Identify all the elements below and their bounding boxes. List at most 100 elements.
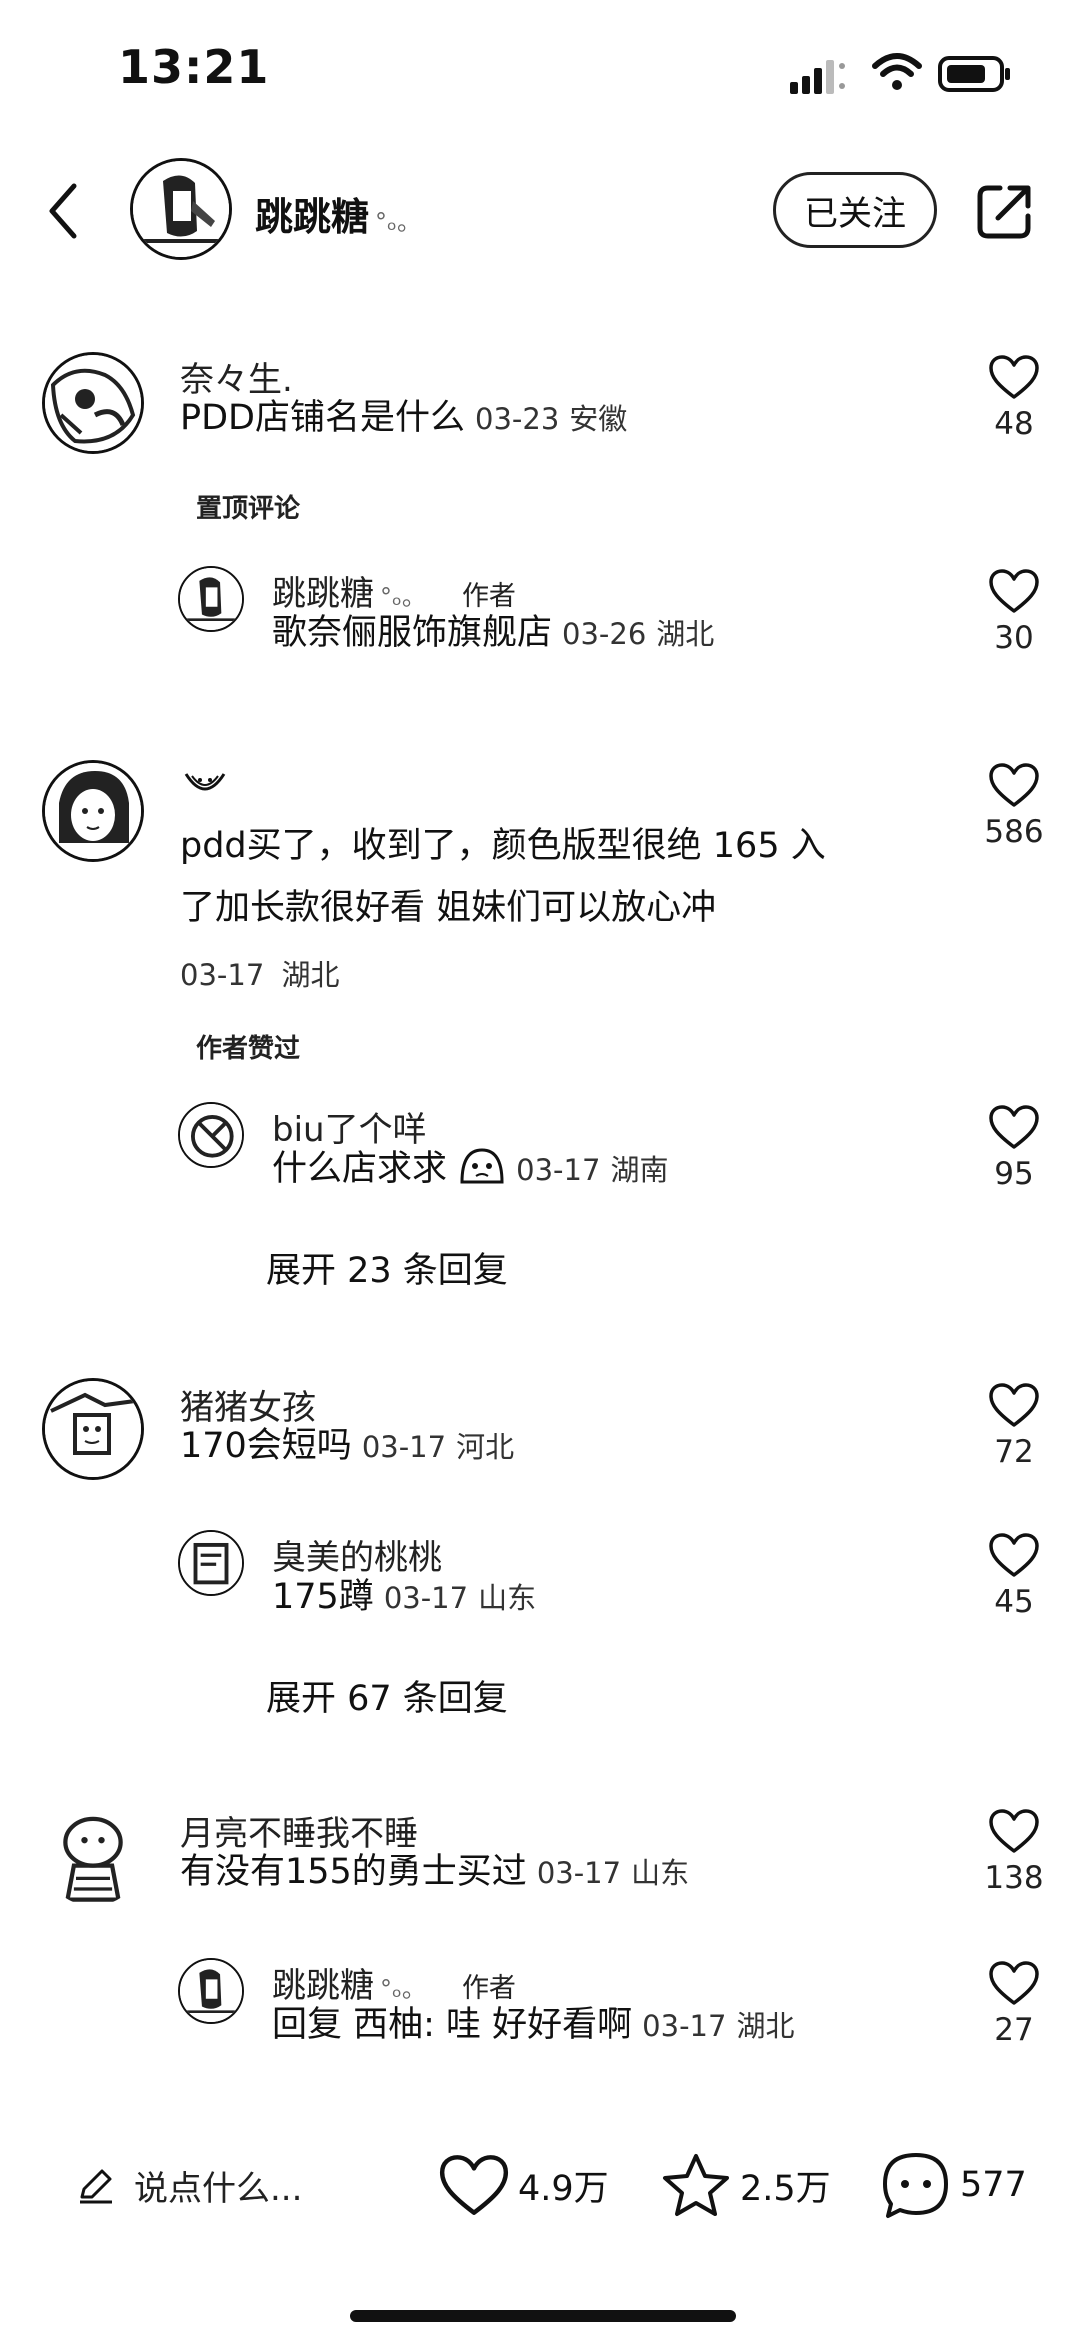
author-avatar[interactable] bbox=[130, 158, 232, 260]
comment-meta: 03-17 湖北 bbox=[180, 952, 340, 994]
reply-like-button[interactable]: 95 bbox=[974, 1104, 1054, 1192]
reply-text: 什么店求求 03-17 湖南 bbox=[272, 1138, 668, 1201]
author-name-decoration: °ₒ。 bbox=[375, 208, 421, 236]
reply-date: 03-17 bbox=[516, 1153, 601, 1187]
heart-icon bbox=[439, 2155, 509, 2215]
like-button[interactable]: 586 bbox=[974, 762, 1054, 850]
commenter-name[interactable] bbox=[180, 760, 230, 809]
reply-location: 湖北 bbox=[736, 2009, 795, 2043]
reply-like-count: 45 bbox=[994, 1584, 1034, 1620]
reply-avatar-image bbox=[180, 568, 242, 630]
author-name-text: 跳跳糖 bbox=[255, 195, 370, 239]
commenter-avatar-image bbox=[42, 1804, 144, 1906]
comment-body: 有没有155的勇士买过 bbox=[180, 1852, 527, 1892]
reply-avatar[interactable] bbox=[178, 566, 244, 632]
comment-body: 170会短吗 bbox=[180, 1426, 352, 1466]
back-icon[interactable] bbox=[40, 180, 90, 242]
heart-icon bbox=[989, 1383, 1039, 1427]
reply-text: 175蹲 03-17 山东 bbox=[272, 1566, 536, 1629]
expand-replies-button[interactable]: 展开 23 条回复 bbox=[266, 1242, 508, 1293]
cellular-signal-icon bbox=[790, 60, 845, 94]
like-count: 48 bbox=[994, 406, 1034, 442]
heart-icon bbox=[989, 569, 1039, 613]
like-button[interactable]: 138 bbox=[974, 1808, 1054, 1896]
comment-date: 03-17 bbox=[361, 1430, 447, 1464]
reply-body: 175蹲 bbox=[272, 1577, 374, 1617]
comment-text: pdd买了，收到了，颜色版型很绝 165 入 了加长款很好看 姐妹们可以放心冲 bbox=[180, 815, 920, 939]
status-time: 13:21 bbox=[118, 40, 270, 94]
reply-avatar-image bbox=[180, 1532, 242, 1594]
reply-avatar[interactable] bbox=[178, 1958, 244, 2024]
post-comment-button[interactable]: 577 bbox=[880, 2150, 1027, 2220]
comment-location: 河北 bbox=[456, 1430, 515, 1464]
reply-location: 湖南 bbox=[610, 1153, 669, 1187]
commenter-avatar-image bbox=[45, 355, 141, 451]
like-count: 586 bbox=[984, 814, 1044, 850]
author-avatar-image bbox=[133, 161, 229, 257]
post-like-count: 4.9万 bbox=[518, 2168, 609, 2209]
commenter-avatar-image bbox=[45, 1381, 141, 1477]
reply-avatar-image bbox=[180, 1960, 242, 2022]
reply-like-button[interactable]: 27 bbox=[974, 1960, 1054, 2048]
like-count: 138 bbox=[984, 1860, 1044, 1896]
comment-text: 170会短吗 03-17 河北 bbox=[180, 1415, 514, 1478]
commenter-avatar-image bbox=[45, 763, 141, 859]
comment-input[interactable]: 说点什么... bbox=[76, 2150, 302, 2220]
reply-text: 歌奈俪服饰旗舰店 03-26 湖北 bbox=[272, 602, 714, 665]
share-icon[interactable] bbox=[976, 182, 1034, 240]
heart-icon bbox=[989, 1105, 1039, 1149]
reply-avatar[interactable] bbox=[178, 1530, 244, 1596]
reply-date: 03-17 bbox=[642, 2009, 727, 2043]
post-favorite-button[interactable]: 2.5万 bbox=[660, 2150, 831, 2220]
post-header: 跳跳糖 °ₒ。 已关注 bbox=[0, 150, 1080, 270]
bottom-action-bar: 说点什么... 4.9万 2.5万 577 bbox=[0, 2130, 1080, 2240]
reply-text: 回复 西柚: 哇 好好看啊 03-17 湖北 bbox=[272, 1994, 794, 2057]
reply-avatar[interactable] bbox=[178, 1102, 244, 1168]
home-indicator[interactable] bbox=[350, 2310, 736, 2322]
pinned-comment-tag: 置顶评论 bbox=[196, 494, 301, 524]
crying-emoji-icon bbox=[460, 1148, 504, 1184]
watermelon-emoji-icon bbox=[184, 773, 226, 791]
comment-date: 03-17 bbox=[536, 1856, 622, 1890]
reply-date: 03-17 bbox=[383, 1581, 469, 1615]
commenter-avatar[interactable] bbox=[42, 1804, 144, 1906]
comment-date: 03-17 bbox=[180, 958, 265, 992]
author-liked-tag: 作者赞过 bbox=[196, 1034, 301, 1064]
comment-input-placeholder: 说点什么... bbox=[134, 2168, 303, 2209]
comment-text: 有没有155的勇士买过 03-17 山东 bbox=[180, 1841, 689, 1904]
heart-icon bbox=[989, 1809, 1039, 1853]
comment-body-line-1: pdd买了，收到了，颜色版型很绝 165 入 bbox=[180, 826, 826, 866]
heart-icon bbox=[989, 763, 1039, 807]
comment-date: 03-23 bbox=[475, 402, 560, 436]
reply-like-count: 30 bbox=[994, 620, 1034, 656]
comment-bubble-icon bbox=[883, 2153, 948, 2218]
comment-text: PDD店铺名是什么 03-23 安徽 bbox=[180, 387, 627, 450]
commenter-avatar[interactable] bbox=[42, 1378, 144, 1480]
comment-location: 山东 bbox=[631, 1856, 690, 1890]
reply-like-count: 95 bbox=[994, 1156, 1034, 1192]
reply-like-count: 27 bbox=[994, 2012, 1034, 2048]
expand-replies-button[interactable]: 展开 67 条回复 bbox=[266, 1670, 508, 1721]
heart-icon bbox=[989, 1533, 1039, 1577]
follow-button[interactable]: 已关注 bbox=[773, 172, 937, 248]
reply-avatar-image bbox=[180, 1104, 242, 1166]
post-favorite-count: 2.5万 bbox=[740, 2168, 831, 2209]
post-comment-count: 577 bbox=[960, 2165, 1027, 2205]
reply-location: 山东 bbox=[478, 1581, 537, 1615]
heart-icon bbox=[989, 355, 1039, 399]
commenter-avatar[interactable] bbox=[42, 352, 144, 454]
commenter-avatar[interactable] bbox=[42, 760, 144, 862]
heart-icon bbox=[989, 1961, 1039, 2005]
author-name[interactable]: 跳跳糖 °ₒ。 bbox=[255, 186, 421, 241]
reply-location: 湖北 bbox=[656, 617, 715, 651]
reply-body: 回复 西柚: 哇 好好看啊 bbox=[272, 2005, 633, 2045]
status-bar: 13:21 bbox=[0, 0, 1080, 140]
post-like-button[interactable]: 4.9万 bbox=[438, 2150, 609, 2220]
like-button[interactable]: 72 bbox=[974, 1382, 1054, 1470]
reply-like-button[interactable]: 45 bbox=[974, 1532, 1054, 1620]
reply-like-button[interactable]: 30 bbox=[974, 568, 1054, 656]
comment-location: 安徽 bbox=[569, 402, 628, 436]
reply-body: 什么店求求 bbox=[272, 1149, 448, 1189]
like-button[interactable]: 48 bbox=[974, 354, 1054, 442]
like-count: 72 bbox=[994, 1434, 1034, 1470]
